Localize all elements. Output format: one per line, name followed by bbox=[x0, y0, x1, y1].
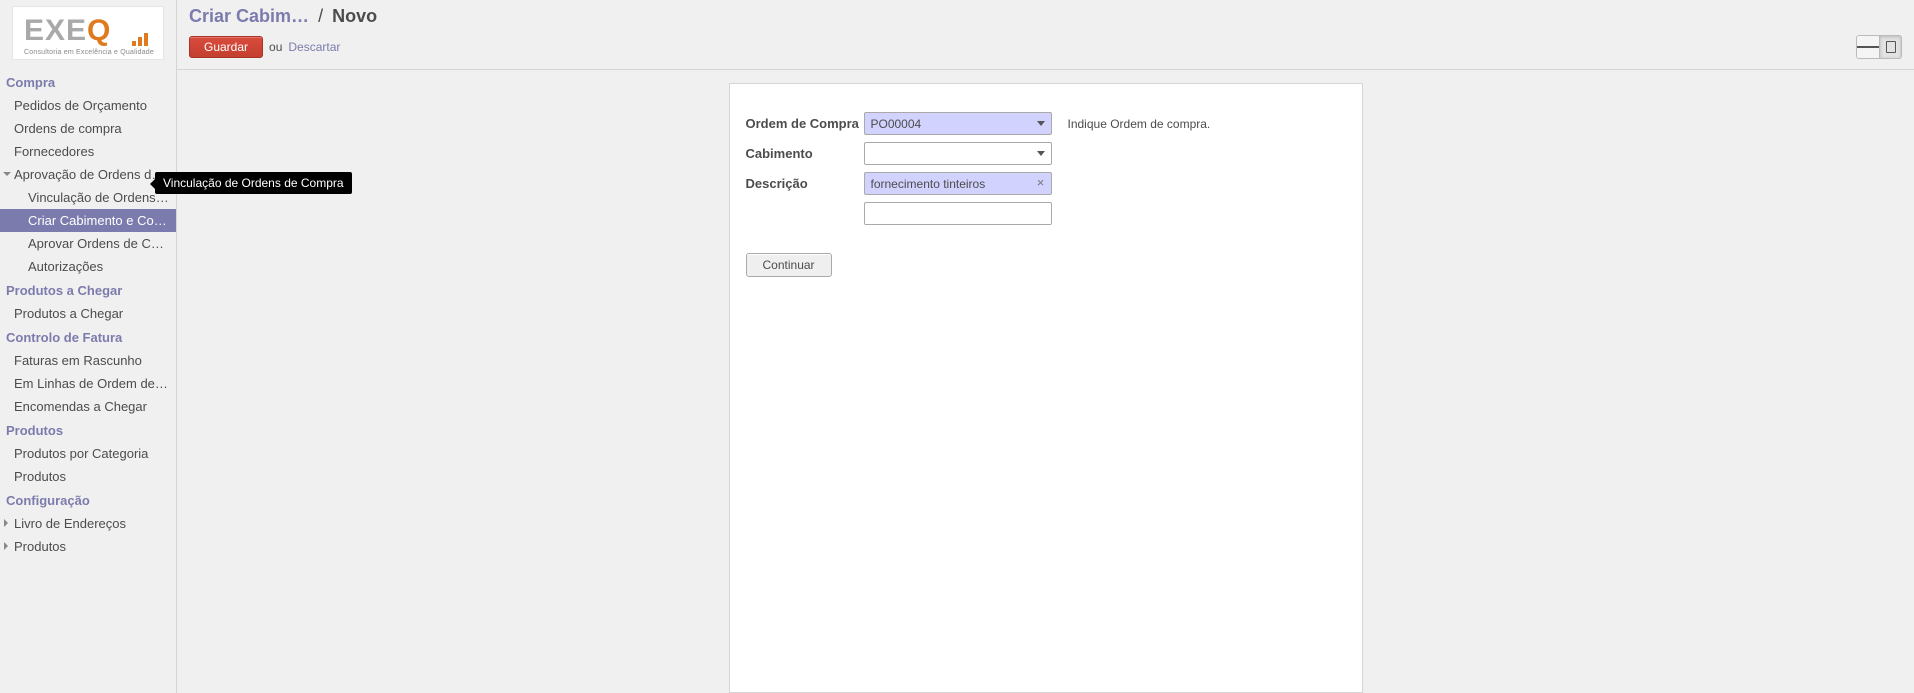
form-canvas: Ordem de Compra PO00004 Indique Ordem de… bbox=[177, 70, 1914, 693]
view-switch bbox=[1856, 35, 1902, 59]
form-sheet: Ordem de Compra PO00004 Indique Ordem de… bbox=[729, 83, 1363, 693]
nav-livro-enderecos[interactable]: Livro de Endereços bbox=[0, 512, 176, 535]
nav-ordens-compra[interactable]: Ordens de compra bbox=[0, 117, 176, 140]
nav-faturas-rascunho[interactable]: Faturas em Rascunho bbox=[0, 349, 176, 372]
discard-link[interactable]: Descartar bbox=[288, 40, 340, 54]
descricao-input[interactable] bbox=[864, 172, 1052, 195]
nav-config-produtos[interactable]: Produtos bbox=[0, 535, 176, 558]
extra-input[interactable] bbox=[864, 202, 1052, 225]
header-or-text: ou bbox=[269, 40, 282, 54]
nav-produtos[interactable]: Produtos bbox=[0, 465, 176, 488]
nav-section-produtos-chegar[interactable]: Produtos a Chegar bbox=[0, 278, 176, 302]
breadcrumb-current: Novo bbox=[332, 6, 377, 26]
brand-logo-bars-icon bbox=[132, 33, 148, 46]
continue-button[interactable]: Continuar bbox=[746, 253, 832, 277]
nav-vinculacao-ordens[interactable]: Vinculação de Ordens de… bbox=[0, 186, 176, 209]
sidebar-tooltip: Vinculação de Ordens de Compra bbox=[155, 172, 352, 194]
breadcrumb-separator: / bbox=[318, 6, 323, 26]
label-cabimento: Cabimento bbox=[746, 146, 864, 161]
label-descricao: Descrição bbox=[746, 176, 864, 191]
nav-pedidos-orcamento[interactable]: Pedidos de Orçamento bbox=[0, 94, 176, 117]
main: Criar Cabim… / Novo Guardar ou Descartar bbox=[176, 0, 1914, 693]
breadcrumb-link[interactable]: Criar Cabim… bbox=[189, 6, 309, 26]
ordem-compra-select[interactable]: PO00004 bbox=[864, 112, 1052, 135]
nav-section-produtos[interactable]: Produtos bbox=[0, 418, 176, 442]
nav-section-controlo-fatura[interactable]: Controlo de Fatura bbox=[0, 325, 176, 349]
save-button[interactable]: Guardar bbox=[189, 36, 263, 58]
form-icon bbox=[1886, 41, 1896, 53]
label-ordem-compra: Ordem de Compra bbox=[746, 116, 864, 131]
nav-autorizacoes[interactable]: Autorizações bbox=[0, 255, 176, 278]
nav-criar-cabimento[interactable]: Criar Cabimento e Compr… bbox=[0, 209, 176, 232]
list-icon bbox=[1857, 46, 1864, 48]
nav-section-configuracao[interactable]: Configuração bbox=[0, 488, 176, 512]
descricao-clear-icon[interactable]: × bbox=[1034, 176, 1048, 190]
brand-logo-text: EXEQ bbox=[24, 14, 111, 48]
view-form-button[interactable] bbox=[1879, 36, 1901, 58]
nav-section-compra[interactable]: Compra bbox=[0, 70, 176, 94]
nav-aprovar-ordens[interactable]: Aprovar Ordens de Compra bbox=[0, 232, 176, 255]
nav-produtos-chegar[interactable]: Produtos a Chegar bbox=[0, 302, 176, 325]
ordem-compra-value: PO00004 bbox=[871, 117, 922, 131]
breadcrumb: Criar Cabim… / Novo bbox=[189, 6, 1902, 27]
view-list-button[interactable] bbox=[1857, 36, 1879, 58]
brand-logo: EXEQ Consultoria em Excelência e Qualida… bbox=[12, 6, 164, 60]
sidebar: EXEQ Consultoria em Excelência e Qualida… bbox=[0, 0, 176, 693]
main-header: Criar Cabim… / Novo Guardar ou Descartar bbox=[177, 0, 1914, 70]
nav-fornecedores[interactable]: Fornecedores bbox=[0, 140, 176, 163]
brand-tagline: Consultoria em Excelência e Qualidade bbox=[24, 49, 154, 56]
cabimento-select[interactable] bbox=[864, 142, 1052, 165]
nav-encomendas-chegar[interactable]: Encomendas a Chegar bbox=[0, 395, 176, 418]
ordem-compra-hint: Indique Ordem de compra. bbox=[1068, 117, 1211, 131]
nav-produtos-categoria[interactable]: Produtos por Categoria bbox=[0, 442, 176, 465]
nav-linhas-ordem[interactable]: Em Linhas de Ordem de Co… bbox=[0, 372, 176, 395]
